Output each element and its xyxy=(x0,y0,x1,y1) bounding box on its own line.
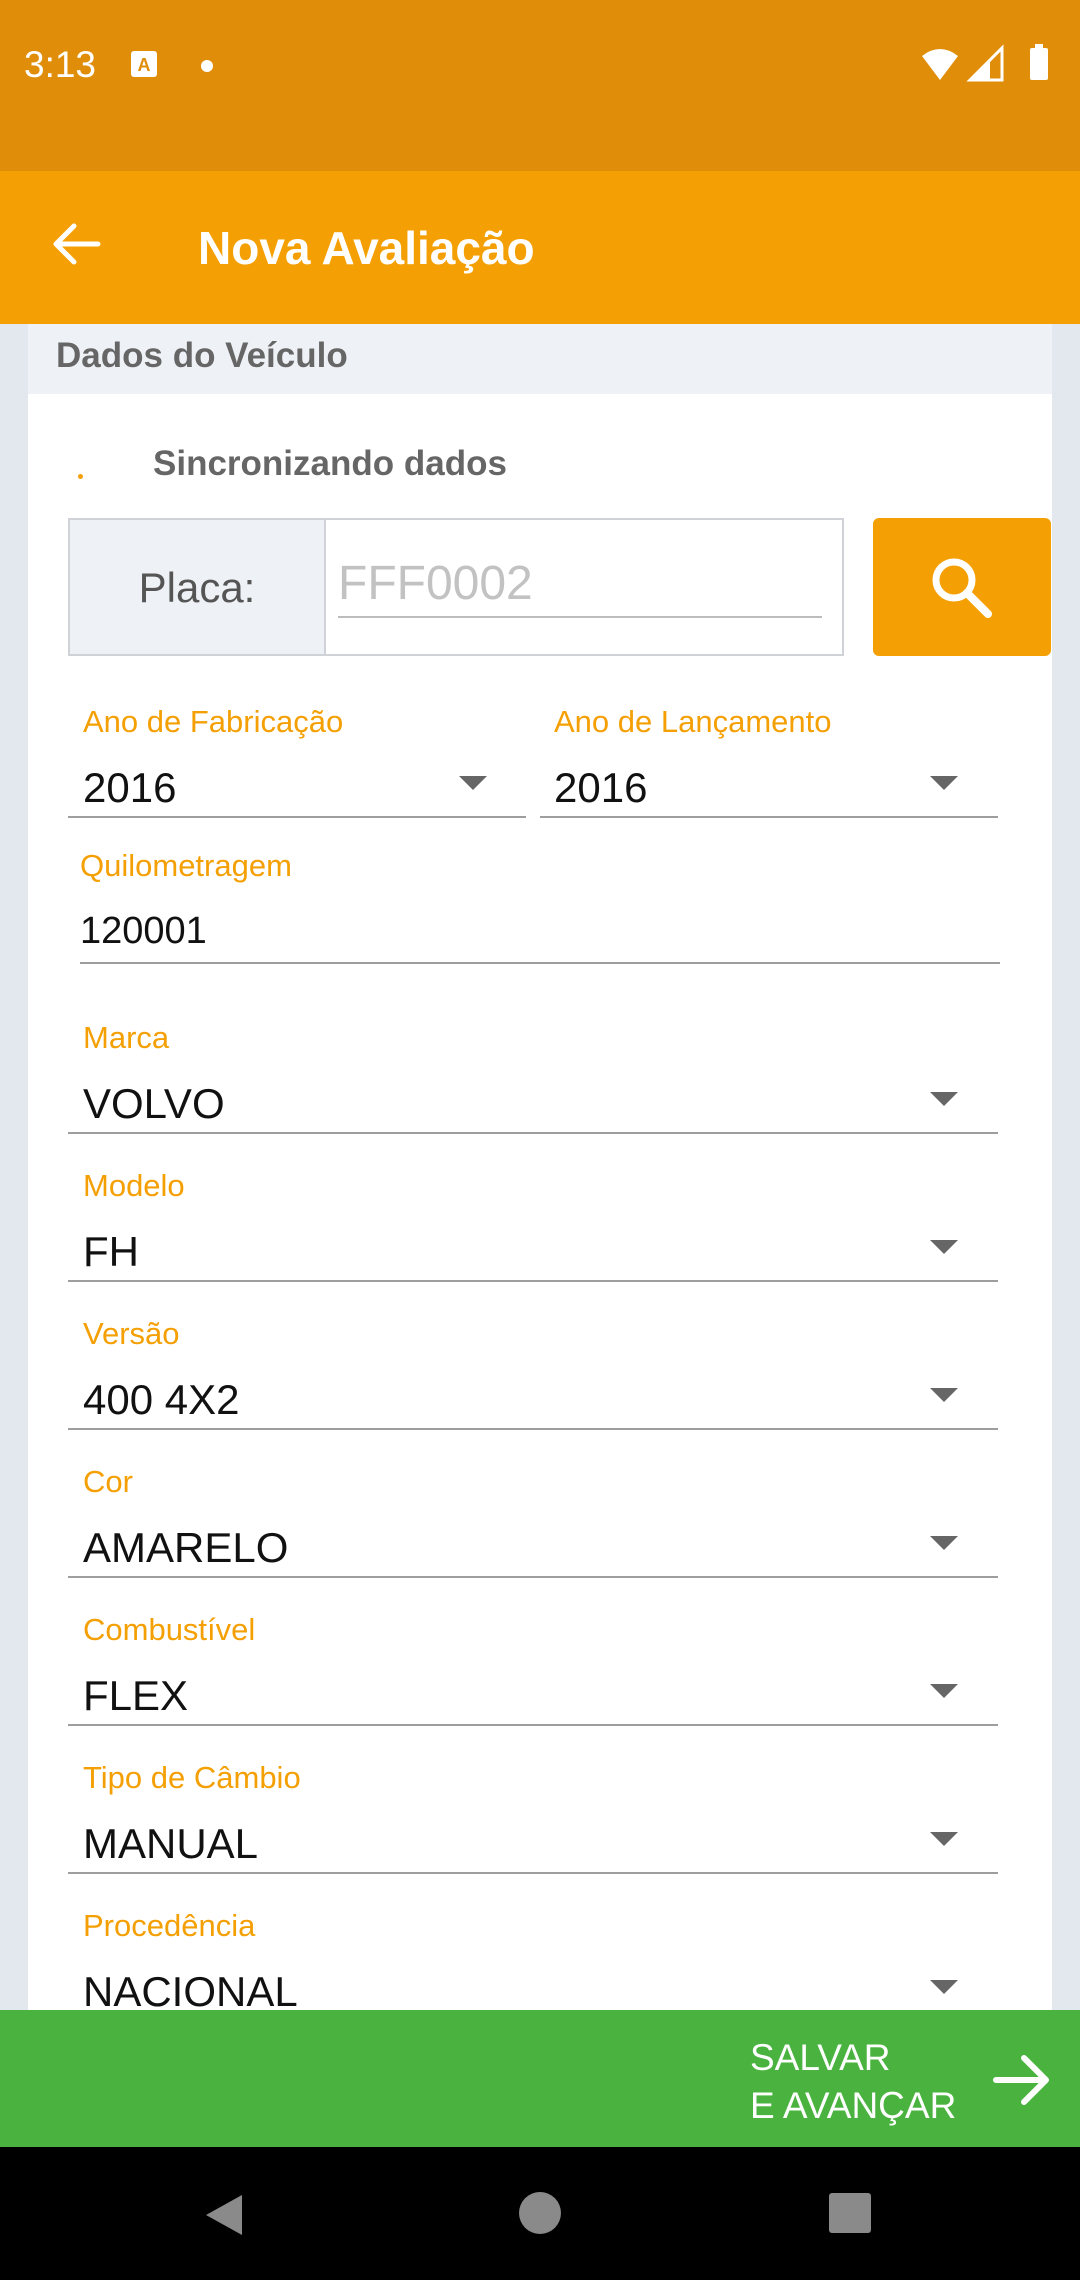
ano-fabricacao-label: Ano de Fabricação xyxy=(83,704,344,739)
chevron-down-icon xyxy=(930,1092,958,1106)
arrow-left-icon[interactable] xyxy=(44,211,110,277)
plate-label-box: Placa: xyxy=(68,518,324,656)
quilometragem-label: Quilometragem xyxy=(80,848,292,883)
search-icon xyxy=(932,558,992,618)
status-bar: 3:13 A xyxy=(0,0,1080,171)
chevron-down-icon xyxy=(930,1684,958,1698)
wifi-icon xyxy=(922,49,958,80)
section-header: Dados do Veículo xyxy=(28,324,1052,394)
svg-text:A: A xyxy=(138,55,151,75)
quilometragem-value: 120001 xyxy=(80,910,207,952)
keyboard-a-icon: A xyxy=(131,51,157,77)
field-underline xyxy=(80,962,1000,964)
sync-indicator-icon xyxy=(78,474,83,479)
save-and-next-button[interactable]: SALVAR E AVANÇAR xyxy=(0,2010,1080,2147)
page-title: Nova Avaliação xyxy=(198,222,535,274)
ano-fabricacao-value: 2016 xyxy=(83,764,177,811)
ano-lancamento-value: 2016 xyxy=(554,764,648,811)
chevron-down-icon xyxy=(930,776,958,790)
system-nav-bar xyxy=(0,2147,1080,2280)
plate-label: Placa: xyxy=(138,564,256,611)
sync-status-text: Sincronizando dados xyxy=(153,444,507,483)
field-underline xyxy=(68,816,526,818)
arrow-right-icon xyxy=(993,2055,1049,2105)
tipo-cambio-value: MANUAL xyxy=(83,1820,259,1867)
vehicle-form: Dados do Veículo Sincronizando dados Pla… xyxy=(28,324,1052,2010)
plate-search-row: Placa: xyxy=(68,518,1051,656)
notification-dot-icon xyxy=(201,60,213,72)
combustivel-value: FLEX xyxy=(83,1672,189,1719)
procedencia-label: Procedência xyxy=(83,1908,256,1943)
modelo-value: FH xyxy=(83,1228,139,1275)
field-underline xyxy=(68,1872,998,1874)
field-underline xyxy=(68,1576,998,1578)
system-status-icons xyxy=(922,44,1048,82)
ano-lancamento-label: Ano de Lançamento xyxy=(554,704,832,739)
chevron-down-icon xyxy=(930,1832,958,1846)
marca-value: VOLVO xyxy=(83,1080,225,1127)
chevron-down-icon xyxy=(930,1388,958,1402)
modelo-label: Modelo xyxy=(83,1168,185,1203)
battery-icon xyxy=(1030,48,1048,80)
chevron-down-icon xyxy=(930,1980,958,1994)
combustivel-label: Combustível xyxy=(83,1612,256,1647)
chevron-down-icon xyxy=(930,1240,958,1254)
cor-value: AMARELO xyxy=(83,1524,289,1571)
field-underline xyxy=(68,1724,998,1726)
chevron-down-icon xyxy=(930,1536,958,1550)
field-underline xyxy=(68,1132,998,1134)
cor-label: Cor xyxy=(83,1464,133,1499)
status-time: 3:13 xyxy=(24,44,97,85)
plate-input-box xyxy=(324,518,844,656)
chevron-down-icon xyxy=(459,776,487,790)
nav-home-icon[interactable] xyxy=(519,2192,561,2234)
field-underline xyxy=(68,1428,998,1430)
search-button[interactable] xyxy=(873,518,1051,656)
nav-back-icon[interactable] xyxy=(204,2193,244,2237)
plate-input[interactable] xyxy=(338,550,822,618)
versao-value: 400 4X2 xyxy=(83,1376,240,1423)
save-and-next-label: SALVAR E AVANÇAR xyxy=(750,2037,957,2126)
field-underline xyxy=(68,1280,998,1282)
versao-label: Versão xyxy=(83,1316,180,1351)
marca-label: Marca xyxy=(83,1020,170,1055)
section-title: Dados do Veículo xyxy=(56,336,348,375)
procedencia-value: NACIONAL xyxy=(83,1968,298,2010)
field-underline xyxy=(540,816,998,818)
app-bar: Nova Avaliação xyxy=(0,171,1080,324)
tipo-cambio-label: Tipo de Câmbio xyxy=(83,1760,301,1795)
nav-recents-icon[interactable] xyxy=(829,2193,871,2233)
